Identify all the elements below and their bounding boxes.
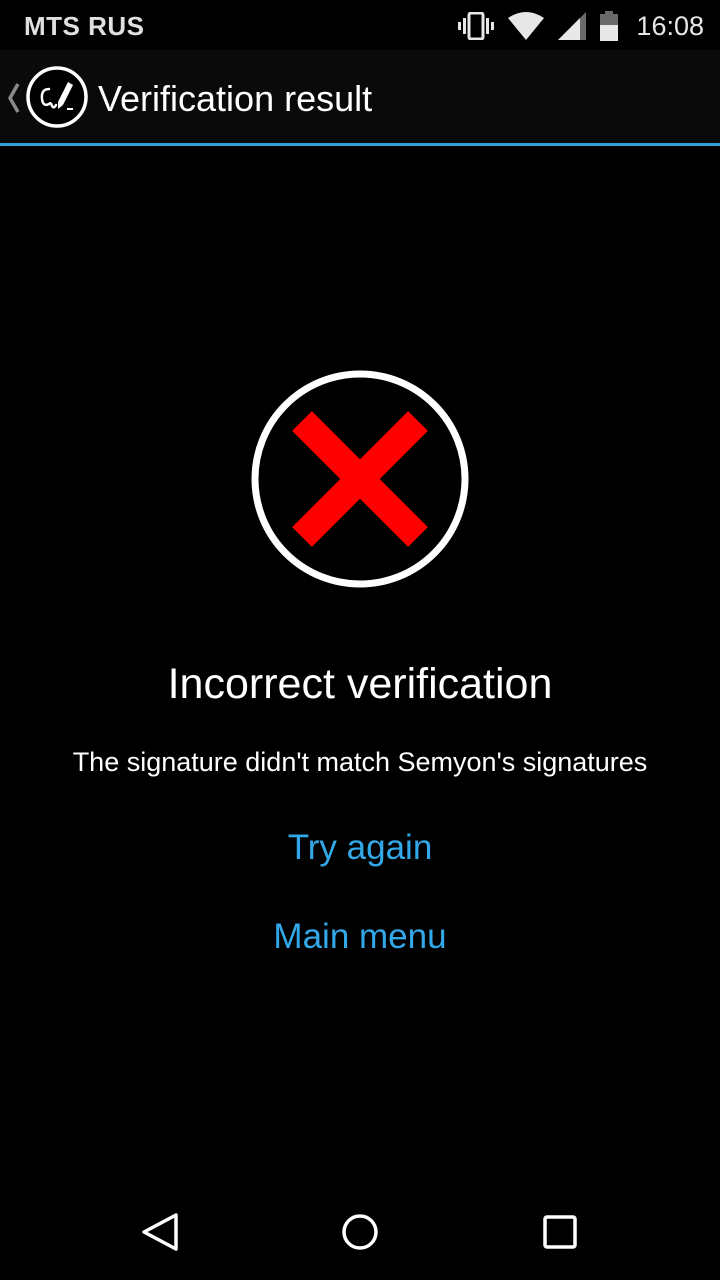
action-bar-divider: [0, 143, 720, 146]
try-again-button[interactable]: Try again: [210, 818, 510, 878]
navigation-bar: [0, 1184, 720, 1280]
status-bar: MTS RUS 16:08: [0, 0, 720, 50]
signal-icon: [558, 12, 587, 40]
result-message: The signature didn't match Semyon's sign…: [72, 747, 648, 777]
screen-title: Verification result: [98, 78, 373, 119]
signature-app-icon[interactable]: [25, 65, 89, 129]
wifi-icon: [508, 12, 545, 40]
carrier-name: MTS RUS: [24, 11, 145, 41]
chevron-left-icon[interactable]: [6, 80, 22, 116]
screen: MTS RUS 16:08 Verification result Incorr…: [0, 0, 720, 1280]
battery-icon: [600, 11, 619, 41]
clock: 16:08: [636, 10, 704, 41]
status-icons: 16:08: [458, 8, 704, 44]
action-bar: Verification result: [0, 50, 720, 146]
back-icon[interactable]: [136, 1208, 184, 1256]
main-menu-button[interactable]: Main menu: [210, 907, 510, 967]
recents-icon[interactable]: [536, 1208, 584, 1256]
result-headline: Incorrect verification: [167, 660, 553, 708]
error-x-icon: [250, 369, 470, 589]
home-icon[interactable]: [336, 1208, 384, 1256]
vibrate-icon: [458, 12, 495, 40]
